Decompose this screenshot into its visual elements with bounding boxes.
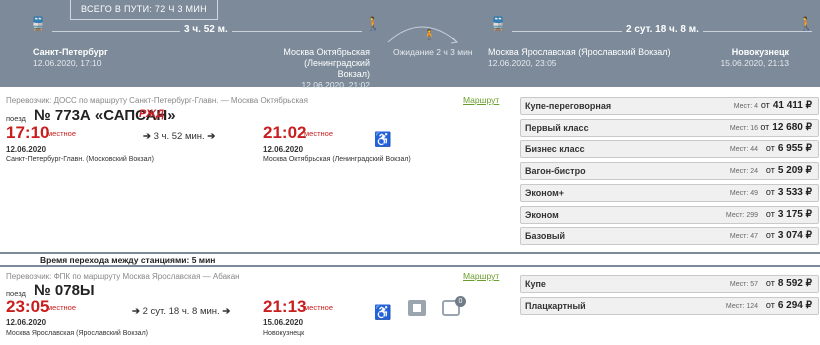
seat-count: Мест: 4 bbox=[733, 103, 758, 110]
seat-class-name: Базовый bbox=[525, 231, 566, 242]
seat-price: от 12 680 ₽ bbox=[760, 122, 812, 133]
price-value: 3 175 ₽ bbox=[777, 208, 812, 220]
price-from-label: от bbox=[765, 299, 775, 310]
luggage-icon bbox=[408, 300, 426, 316]
price-from-label: от bbox=[760, 100, 770, 110]
arrival-date: 15.06.2020 bbox=[263, 318, 304, 327]
total-duration-badge: ВСЕГО В ПУТИ: 72 Ч 3 МИН bbox=[70, 0, 218, 20]
seat-count: Мест: 299 bbox=[725, 211, 758, 219]
transfer-arrival-station: Москва Октябрьская (Ленинградский Вокзал… bbox=[283, 47, 370, 90]
local-time-label: местное bbox=[304, 129, 333, 138]
seat-count: Мест: 47 bbox=[729, 233, 758, 241]
seat-class-name: Плацкартный bbox=[525, 300, 586, 311]
walking-person-icon: 🚶 bbox=[365, 16, 382, 31]
seat-count: Мест: 44 bbox=[729, 146, 758, 154]
train-label: поезд bbox=[6, 114, 26, 123]
seat-class-option[interactable]: Базовый Мест: 47 от 3 074 ₽ bbox=[520, 227, 819, 246]
seat-class-option[interactable]: Плацкартный Мест: 124 от 6 294 ₽ bbox=[520, 296, 819, 315]
price-value: 3 074 ₽ bbox=[777, 230, 812, 242]
seat-count: Мест: 49 bbox=[729, 189, 758, 197]
route-link[interactable]: Маршрут bbox=[463, 271, 499, 281]
walking-person-icon: 🚶 bbox=[798, 16, 815, 31]
price-value: 41 411 ₽ bbox=[772, 100, 812, 111]
departure-date: 12.06.2020 bbox=[6, 318, 47, 327]
price-from-label: от bbox=[765, 208, 775, 219]
price-from-label: от bbox=[765, 186, 775, 197]
departure-date: 12.06.2020 bbox=[6, 145, 47, 154]
departure-time: 17:10 bbox=[6, 123, 50, 142]
seat-class-name: Эконом+ bbox=[525, 187, 565, 198]
wheelchair-icon: ♿ bbox=[374, 304, 392, 320]
seat-class-option[interactable]: Купе Мест: 57 от 8 592 ₽ bbox=[520, 275, 819, 293]
price-from-label: от bbox=[760, 121, 770, 132]
seat-class-option[interactable]: Бизнес класс Мест: 44 от 6 955 ₽ bbox=[520, 140, 819, 159]
seat-price: от 6 294 ₽ bbox=[766, 300, 812, 311]
seat-class-option[interactable]: Эконом Мест: 299 от 3 175 ₽ bbox=[520, 205, 819, 224]
seat-class-name: Бизнес класс bbox=[525, 144, 585, 155]
seat-class-option[interactable]: Вагон-бистро Мест: 24 от 5 209 ₽ bbox=[520, 162, 819, 181]
seat-class-name: Купе-переговорная bbox=[525, 101, 612, 111]
transfer-time: Время перехода между станциями: 5 мин bbox=[40, 255, 216, 265]
price-value: 6 955 ₽ bbox=[777, 143, 812, 155]
price-from-label: от bbox=[765, 230, 775, 241]
seat-class-name: Эконом bbox=[525, 209, 559, 220]
departure-station: Санкт-Петербург-Главн. (Московский Вокза… bbox=[6, 156, 154, 163]
local-time-label: местное bbox=[304, 303, 333, 312]
train-icon: 🚆 bbox=[490, 16, 507, 31]
rzd-logo: РЖД bbox=[139, 108, 165, 120]
segment-duration: 3 ч. 52 м. bbox=[180, 24, 232, 35]
price-from-label: от bbox=[765, 278, 775, 288]
seat-count: Мест: 24 bbox=[729, 168, 758, 176]
seat-count: Мест: 57 bbox=[729, 281, 758, 288]
wheelchair-icon: ♿ bbox=[374, 131, 392, 147]
arrival-time: 21:02 bbox=[263, 123, 307, 142]
seat-price: от 5 209 ₽ bbox=[766, 165, 812, 176]
segment-duration: 2 сут. 18 ч. 8 м. bbox=[622, 24, 703, 35]
seat-class-name: Первый класс bbox=[525, 122, 589, 133]
section-divider bbox=[0, 252, 820, 254]
price-value: 8 592 ₽ bbox=[777, 278, 812, 289]
wait-time: Ожидание 2 ч 3 мин bbox=[393, 47, 473, 57]
seat-price: от 3 533 ₽ bbox=[766, 187, 812, 198]
arrival-station: Москва Октябрьская (Ленинградский Вокзал… bbox=[263, 156, 411, 163]
bus-count-badge: 0 bbox=[455, 296, 466, 307]
section-divider bbox=[0, 265, 820, 267]
price-value: 3 533 ₽ bbox=[777, 186, 812, 198]
origin-station: Санкт-Петербург 12.06.2020, 17:10 bbox=[33, 47, 108, 68]
carrier-info: Перевозчик: ФПК по маршруту Москва Яросл… bbox=[6, 272, 240, 281]
price-from-label: от bbox=[765, 165, 775, 176]
seat-class-option[interactable]: Эконом+ Мест: 49 от 3 533 ₽ bbox=[520, 183, 819, 202]
arrival-date: 12.06.2020 bbox=[263, 145, 304, 154]
price-value: 5 209 ₽ bbox=[777, 165, 812, 177]
seat-price: от 3 074 ₽ bbox=[766, 230, 812, 241]
destination-station: Новокузнецк 15.06.2020, 21:13 bbox=[720, 47, 789, 68]
seat-class-option[interactable]: Купе-переговорная Мест: 4 от 41 411 ₽ bbox=[520, 97, 819, 115]
train-icon: 🚆 bbox=[30, 16, 47, 31]
departure-time: 23:05 bbox=[6, 297, 50, 316]
local-time-label: местное bbox=[47, 129, 76, 138]
waiting-person-icon: 🧍 bbox=[423, 30, 436, 41]
trip-duration: ➔ 3 ч. 52 мин. ➔ bbox=[143, 131, 216, 142]
journey-summary-header: ВСЕГО В ПУТИ: 72 Ч 3 МИН 🚆 3 ч. 52 м. 🚶 … bbox=[0, 0, 820, 90]
price-from-label: от bbox=[765, 143, 775, 154]
trip-duration: ➔ 2 сут. 18 ч. 8 мин. ➔ bbox=[132, 306, 231, 317]
seat-price: от 41 411 ₽ bbox=[761, 100, 812, 111]
price-value: 12 680 ₽ bbox=[772, 121, 812, 133]
seat-class-name: Вагон-бистро bbox=[525, 166, 586, 177]
route-link[interactable]: Маршрут bbox=[463, 95, 499, 105]
local-time-label: местное bbox=[47, 303, 76, 312]
departure-station: Москва Ярославская (Ярославский Вокзал) bbox=[6, 330, 148, 337]
seat-price: от 3 175 ₽ bbox=[766, 209, 812, 220]
arrival-station: Новокузнецк bbox=[263, 330, 305, 337]
seat-count: Мест: 16 bbox=[729, 124, 758, 132]
seat-price: от 6 955 ₽ bbox=[766, 143, 812, 154]
arrival-time: 21:13 bbox=[263, 297, 307, 316]
carrier-info: Перевозчик: ДОСС по маршруту Санкт-Петер… bbox=[6, 96, 308, 105]
price-value: 6 294 ₽ bbox=[777, 299, 812, 311]
seat-class-name: Купе bbox=[525, 279, 546, 289]
seat-class-option[interactable]: Первый класс Мест: 16 от 12 680 ₽ bbox=[520, 118, 819, 137]
seat-price: от 8 592 ₽ bbox=[766, 278, 812, 289]
seat-count: Мест: 124 bbox=[725, 302, 758, 310]
transfer-departure-station: Москва Ярославская (Ярославский Вокзал) … bbox=[488, 47, 671, 68]
